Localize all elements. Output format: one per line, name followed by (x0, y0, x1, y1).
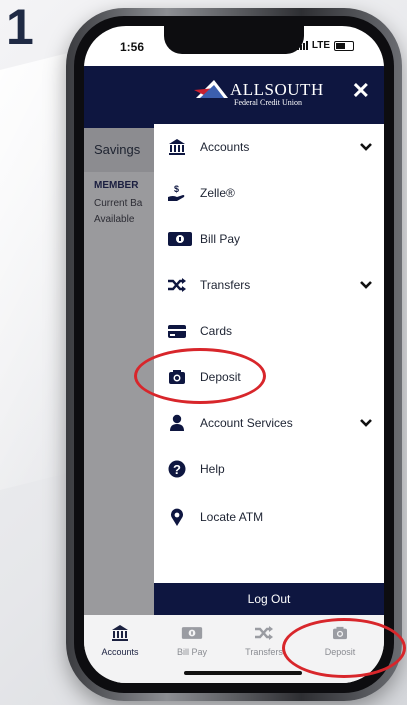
logo-name: ALLSOUTH (230, 80, 324, 99)
deposit-tab-highlight-ring (282, 618, 406, 678)
menu-item-account-services[interactable]: Account Services (154, 400, 384, 446)
menu-item-label: Cards (200, 324, 233, 338)
menu-item-help[interactable]: ? Help (154, 446, 384, 492)
bank-icon (88, 623, 152, 643)
savings-label: Savings (94, 142, 141, 157)
available-balance-label: Available (94, 214, 135, 225)
menu-item-label: Help (200, 462, 225, 476)
help-icon: ? (166, 458, 188, 480)
menu-header: ALLSOUTH Federal Credit Union ✕ (154, 66, 384, 124)
bill-icon (166, 228, 194, 250)
menu-item-label: Zelle® (200, 186, 235, 200)
location-pin-icon (166, 506, 188, 528)
phone-notch (164, 26, 304, 54)
menu-item-bill-pay[interactable]: Bill Pay (154, 216, 384, 262)
background-app-header (84, 66, 154, 128)
tab-label: Transfers (245, 647, 283, 657)
menu-item-transfers[interactable]: Transfers (154, 262, 384, 308)
deposit-highlight-ring (134, 348, 266, 404)
status-indicators: LTE (296, 40, 354, 51)
status-time: 1:56 (120, 40, 145, 54)
menu-item-accounts[interactable]: Accounts (154, 124, 384, 170)
tab-bill-pay[interactable]: Bill Pay (160, 623, 224, 657)
menu-item-label: Bill Pay (200, 232, 241, 246)
chevron-down-icon[interactable] (360, 139, 372, 157)
menu-item-cards[interactable]: Cards (154, 308, 384, 354)
logout-button[interactable]: Log Out (154, 583, 384, 615)
menu-item-zelle[interactable]: $ Zelle® (154, 170, 384, 216)
current-balance-label: Current Ba (94, 198, 143, 209)
chevron-down-icon[interactable] (360, 415, 372, 433)
home-indicator (184, 671, 302, 675)
member-label: MEMBER (94, 180, 139, 191)
user-icon (166, 412, 188, 434)
menu-item-label: Locate ATM (200, 510, 264, 524)
bill-icon (160, 623, 224, 643)
shuffle-icon (166, 274, 188, 296)
close-icon[interactable]: ✕ (352, 78, 370, 104)
tab-accounts[interactable]: Accounts (88, 623, 152, 657)
logo-mark-icon (194, 80, 228, 98)
allsouth-logo: ALLSOUTH Federal Credit Union (194, 80, 324, 107)
logo-subtitle: Federal Credit Union (234, 98, 302, 107)
menu-item-label: Transfers (200, 278, 251, 292)
step-number: 1 (6, 0, 34, 55)
battery-icon (334, 40, 354, 51)
chevron-down-icon[interactable] (360, 277, 372, 295)
zelle-hand-icon: $ (166, 182, 188, 204)
background-savings-row: Savings (84, 128, 154, 172)
tab-label: Accounts (101, 647, 139, 657)
svg-text:?: ? (173, 462, 181, 477)
bank-icon (166, 136, 188, 158)
menu-item-label: Account Services (200, 416, 293, 430)
card-icon (166, 320, 188, 342)
tab-label: Bill Pay (176, 647, 207, 657)
menu-item-locate-atm[interactable]: Locate ATM (154, 494, 384, 540)
svg-text:$: $ (174, 184, 179, 194)
menu-item-label: Accounts (200, 140, 250, 154)
side-menu: ALLSOUTH Federal Credit Union ✕ Accounts (154, 66, 384, 615)
network-label: LTE (311, 40, 330, 51)
